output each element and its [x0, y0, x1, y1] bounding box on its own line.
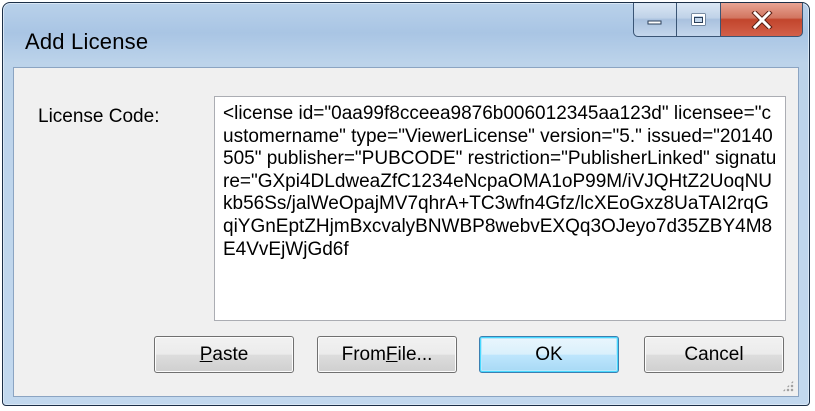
caption-buttons	[633, 3, 803, 37]
from-file-accelerator: F	[385, 343, 398, 365]
paste-accelerator: P	[199, 343, 213, 365]
from-file-label-post: ile...	[397, 343, 433, 365]
from-file-label-pre: From	[341, 343, 386, 365]
license-code-label: License Code:	[38, 106, 160, 127]
ok-button[interactable]: OK	[479, 336, 619, 373]
license-code-field[interactable]: <license id="0aa99f8cceea9876b006012345a…	[214, 96, 786, 321]
ok-label: OK	[535, 343, 563, 365]
cancel-label: Cancel	[684, 343, 744, 365]
close-icon	[750, 10, 773, 29]
minimize-button[interactable]	[633, 3, 677, 37]
close-button[interactable]	[721, 3, 803, 37]
resize-grip[interactable]	[782, 380, 794, 392]
minimize-icon	[647, 20, 662, 24]
dialog-body: License Code: <license id="0aa99f8cceea9…	[13, 67, 799, 397]
from-file-button[interactable]: From File...	[317, 336, 457, 373]
paste-label: aste	[212, 343, 249, 365]
cancel-button[interactable]: Cancel	[644, 336, 784, 373]
maximize-icon	[691, 13, 705, 25]
add-license-dialog: Add License License Code: <license id="0…	[2, 2, 810, 406]
paste-button[interactable]: Paste	[154, 336, 294, 373]
maximize-button[interactable]	[677, 3, 721, 37]
window-title: Add License	[25, 29, 149, 54]
